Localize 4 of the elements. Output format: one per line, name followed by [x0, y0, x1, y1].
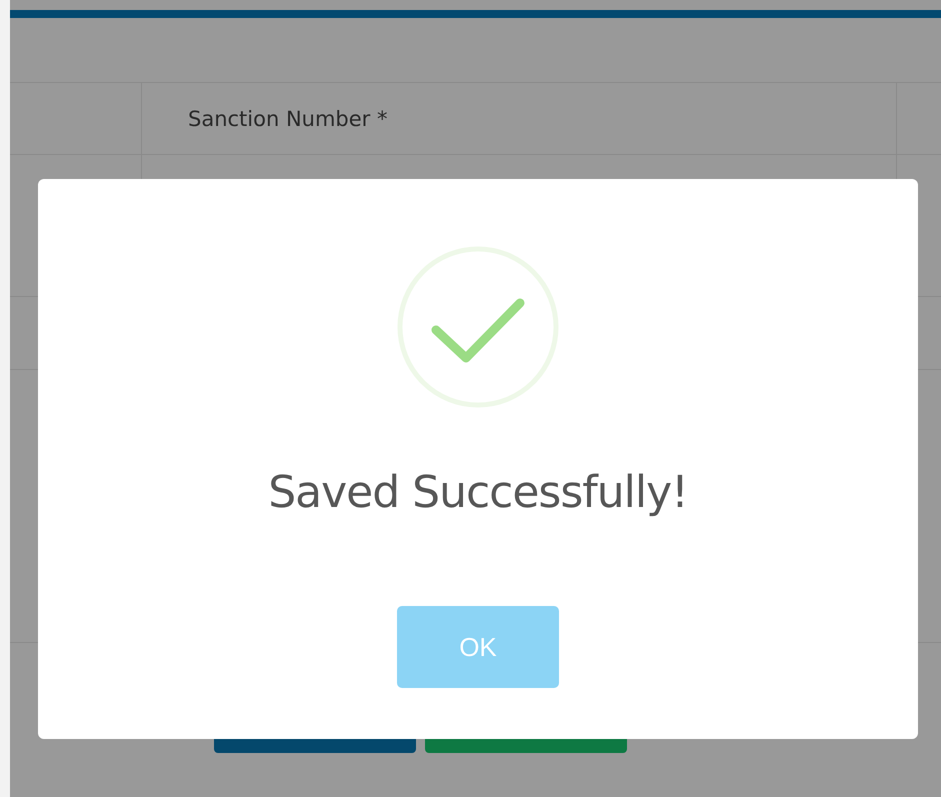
ok-button[interactable]: OK [397, 606, 559, 688]
checkmark-icon [396, 245, 560, 409]
success-message: Saved Successfully! [268, 467, 688, 518]
column-header: Sanction Number * [188, 106, 388, 130]
